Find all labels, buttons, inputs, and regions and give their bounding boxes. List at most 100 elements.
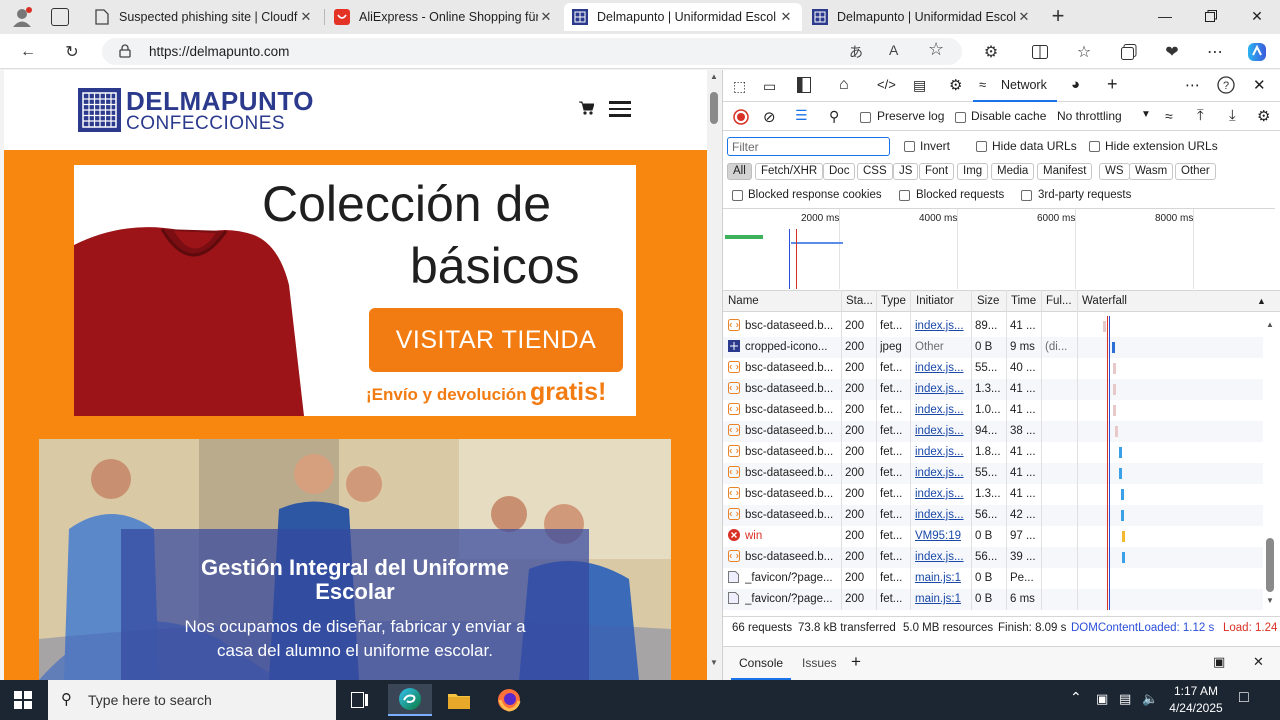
hide-extension-urls-checkbox[interactable] (1089, 141, 1100, 152)
filter-chip-all[interactable]: All (727, 163, 752, 180)
timeline-overview[interactable]: 2000 ms 4000 ms 6000 ms 8000 ms (723, 208, 1275, 289)
close-icon[interactable]: ✕ (1016, 9, 1032, 25)
request-row[interactable]: bsc-dataseed.b... 200 fet... index.js... 1.8… (723, 442, 1263, 463)
cell-initiator[interactable]: index.js... (915, 509, 969, 521)
page-scrollbar[interactable]: ▲ ▼ (707, 70, 721, 680)
device-toolbar-icon[interactable]: ▭ (763, 78, 776, 95)
back-icon[interactable]: ← (16, 40, 40, 64)
cell-initiator[interactable]: index.js... (915, 446, 969, 458)
minimize-button[interactable]: — (1142, 0, 1188, 32)
filter-chip-other[interactable]: Other (1175, 163, 1216, 180)
cell-initiator[interactable]: index.js... (915, 320, 969, 332)
file-explorer-icon[interactable] (437, 684, 481, 716)
tab-delmapunto-active[interactable]: Delmapunto | Uniformidad Escol ✕ (564, 3, 802, 31)
clock[interactable]: 1:17 AM 4/24/2025 (1163, 683, 1229, 717)
table-scrollbar[interactable]: ▲ ▼ (1263, 316, 1277, 610)
chevron-down-icon[interactable]: ▼ (1141, 109, 1151, 120)
request-row[interactable]: bsc-dataseed.b... 200 fet... index.js... 56.… (723, 547, 1263, 568)
blocked-cookies-checkbox[interactable] (732, 190, 743, 201)
notifications-icon[interactable]: □ (1239, 689, 1249, 707)
column-type[interactable]: Type (881, 295, 906, 307)
close-drawer-icon[interactable]: ✕ (1253, 654, 1264, 670)
promo-banner[interactable]: Colección de básicos VISITAR TIENDA ¡Env… (74, 165, 636, 416)
scrollbar-thumb[interactable] (710, 92, 718, 124)
more-tools-icon[interactable]: + (1107, 74, 1118, 95)
url-text[interactable]: https://delmapunto.com (149, 44, 289, 59)
column-fulfilled[interactable]: Ful... (1046, 295, 1072, 307)
filter-toggle-icon[interactable]: ☰ (795, 107, 808, 124)
filter-chip-css[interactable]: CSS (857, 163, 893, 180)
search-icon[interactable]: ⚲ (829, 108, 839, 125)
import-har-icon[interactable]: ⤒ (1197, 107, 1204, 124)
translate-icon[interactable]: あ (849, 42, 863, 62)
dock-side-icon[interactable] (797, 77, 811, 96)
hide-data-urls-checkbox[interactable] (976, 141, 987, 152)
tab-actions-icon[interactable] (51, 8, 69, 26)
cell-initiator[interactable]: index.js... (915, 362, 969, 374)
cell-initiator[interactable]: main.js:1 (915, 572, 969, 584)
table-scrollbar-thumb[interactable] (1266, 538, 1274, 592)
request-row[interactable]: cropped-icono... 200 jpeg Other 0 B 9 ms (di..… (723, 337, 1263, 358)
visit-store-button[interactable]: VISITAR TIENDA (369, 308, 623, 372)
tab-delmapunto[interactable]: Delmapunto | Uniformidad Escol ✕ (804, 3, 1040, 31)
drawer-tab-console[interactable]: Console (731, 647, 792, 680)
request-row[interactable]: _favicon/?page... 200 fet... main.js:1 0 B 6 … (723, 589, 1263, 610)
filter-chip-fetch-xhr[interactable]: Fetch/XHR (755, 163, 824, 180)
scroll-down-arrow[interactable]: ▼ (1266, 596, 1274, 605)
request-row[interactable]: _favicon/?page... 200 fet... main.js:1 0 B Pe… (723, 568, 1263, 589)
column-status[interactable]: Sta... (846, 295, 873, 307)
request-row[interactable]: bsc-dataseed.b... 200 fet... index.js... 55.… (723, 463, 1263, 484)
cell-initiator[interactable]: index.js... (915, 488, 969, 500)
request-row[interactable]: win 200 fet... VM95:19 0 B 97 ... (723, 526, 1263, 547)
record-icon[interactable] (733, 109, 749, 128)
request-row[interactable]: bsc-dataseed.b... 200 fet... index.js... 94.… (723, 421, 1263, 442)
request-row[interactable]: bsc-dataseed.b... 200 fet... index.js... 1.3… (723, 484, 1263, 505)
collections-icon[interactable] (1117, 40, 1141, 64)
filter-chip-wasm[interactable]: Wasm (1129, 163, 1174, 180)
request-row[interactable]: bsc-dataseed.b... 200 fet... index.js... 89.… (723, 316, 1263, 337)
console-icon[interactable]: ▤ (913, 77, 926, 94)
favorite-star-icon[interactable]: ☆ (928, 39, 944, 60)
column-time[interactable]: Time (1011, 295, 1036, 307)
invert-checkbox[interactable] (904, 141, 915, 152)
scroll-down-arrow[interactable]: ▼ (710, 658, 718, 667)
filter-chip-manifest[interactable]: Manifest (1037, 163, 1093, 180)
filter-chip-media[interactable]: Media (991, 163, 1035, 180)
network-settings-icon[interactable]: ⚙ (1257, 107, 1270, 125)
cell-initiator[interactable]: index.js... (915, 551, 969, 563)
filter-chip-img[interactable]: Img (957, 163, 989, 180)
task-view-icon[interactable] (338, 684, 382, 716)
more-menu-icon[interactable]: ⋯ (1203, 40, 1227, 64)
filter-chip-font[interactable]: Font (919, 163, 955, 180)
devtools-menu-icon[interactable]: ⋯ (1185, 76, 1200, 94)
elements-icon[interactable]: </> (877, 77, 896, 92)
scroll-up-arrow[interactable]: ▲ (1266, 320, 1274, 329)
cell-initiator[interactable]: index.js... (915, 425, 969, 437)
cell-initiator[interactable]: Other (915, 341, 969, 353)
cell-initiator[interactable]: index.js... (915, 467, 969, 479)
sort-ascending-icon[interactable]: ▲ (1257, 296, 1266, 306)
network-tray-icon[interactable]: ▤ (1119, 691, 1131, 707)
performance-gauge-icon[interactable]: ◕ (1071, 76, 1080, 93)
request-row[interactable]: bsc-dataseed.b... 200 fet... index.js... 55.… (723, 358, 1263, 379)
request-row[interactable]: bsc-dataseed.b... 200 fet... index.js... 56.… (723, 505, 1263, 526)
extensions-icon[interactable]: ⚙ (979, 40, 1003, 64)
disable-cache-checkbox[interactable] (955, 112, 966, 123)
cell-initiator[interactable]: index.js... (915, 383, 969, 395)
tab-network[interactable]: ≈ Network (973, 70, 1057, 102)
close-devtools-icon[interactable]: ✕ (1253, 76, 1266, 94)
hamburger-menu-icon[interactable] (609, 101, 631, 117)
sources-bug-icon[interactable]: ⚙ (949, 76, 962, 94)
close-icon[interactable]: ✕ (538, 9, 554, 25)
new-tab-button[interactable]: + (1046, 3, 1070, 29)
clear-icon[interactable]: ⊘ (763, 108, 776, 126)
third-party-checkbox[interactable] (1021, 190, 1032, 201)
inspect-element-icon[interactable]: ⬚ (733, 78, 746, 95)
refresh-icon[interactable]: ↻ (60, 40, 84, 64)
close-icon[interactable]: ✕ (298, 9, 314, 25)
column-size[interactable]: Size (977, 295, 999, 307)
blocked-requests-checkbox[interactable] (899, 190, 910, 201)
close-window-button[interactable]: ✕ (1234, 0, 1280, 32)
preserve-log-checkbox[interactable] (860, 112, 871, 123)
profile-icon[interactable] (10, 6, 34, 28)
